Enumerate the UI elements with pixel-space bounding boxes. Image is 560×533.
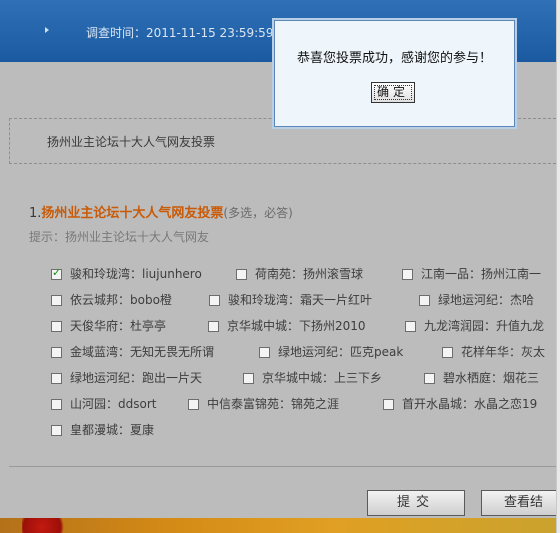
option-item[interactable]: 骏和玲珑湾：liujunhero bbox=[51, 265, 202, 281]
checkbox[interactable] bbox=[51, 295, 62, 306]
checkbox[interactable] bbox=[236, 269, 247, 280]
question-tip: 提示：扬州业主论坛十大人气网友 bbox=[29, 230, 210, 244]
survey-title: 扬州业主论坛十大人气网友投票 bbox=[47, 135, 216, 149]
option-item[interactable]: 天俊华府：杜亭亭 bbox=[51, 317, 166, 333]
option-item[interactable]: 依云城邦：bobo橙 bbox=[51, 291, 172, 307]
option-label: 绿地运河纪：杰哈 bbox=[438, 293, 535, 307]
option-item[interactable]: 花样年华：灰太 bbox=[442, 343, 545, 359]
survey-time: 调查时间：2011-11-15 23:59:59 bbox=[86, 26, 274, 40]
option-item[interactable]: 山河园：ddsort bbox=[51, 395, 156, 411]
arrow-icon bbox=[45, 27, 49, 33]
checkbox[interactable] bbox=[259, 347, 270, 358]
option-item[interactable]: 皇都漫城：夏康 bbox=[51, 421, 154, 437]
view-results-button[interactable]: 查看结 bbox=[481, 490, 560, 516]
scrollbar[interactable] bbox=[556, 0, 560, 533]
option-label: 绿地运河纪：跑出一片天 bbox=[70, 371, 203, 385]
alert-dialog: 恭喜您投票成功，感谢您的参与！ 确定 bbox=[274, 20, 515, 127]
option-item[interactable]: 京华城中城：上三下乡 bbox=[243, 369, 382, 385]
question-title: 扬州业主论坛十大人气网友投票 bbox=[41, 206, 224, 221]
option-item[interactable]: 江南一品：扬州江南一 bbox=[402, 265, 541, 281]
survey-content: 扬州业主论坛十大人气网友投票 1.扬州业主论坛十大人气网友投票(多选，必答) 提… bbox=[0, 62, 560, 518]
checkbox[interactable] bbox=[208, 321, 219, 332]
option-item[interactable]: 绿地运河纪：跑出一片天 bbox=[51, 369, 202, 385]
checkbox[interactable] bbox=[51, 321, 62, 332]
option-label: 骏和玲珑湾：liujunhero bbox=[70, 267, 202, 281]
question-hint: (多选，必答) bbox=[223, 206, 293, 220]
option-item[interactable]: 京华城中城：下扬州2010 bbox=[208, 317, 366, 333]
option-label: 中信泰富锦苑：锦苑之涯 bbox=[207, 397, 340, 411]
option-label: 金域蓝湾：无知无畏无所谓 bbox=[70, 345, 215, 359]
checkbox[interactable] bbox=[51, 347, 62, 358]
option-label: 首开水晶城：水晶之恋19 bbox=[402, 397, 538, 411]
option-item[interactable]: 碧水栖庭：烟花三 bbox=[424, 369, 539, 385]
question-heading: 1.扬州业主论坛十大人气网友投票(多选，必答) bbox=[29, 202, 293, 221]
checkbox[interactable] bbox=[383, 399, 394, 410]
option-item[interactable]: 荷南苑：扬州滚雪球 bbox=[236, 265, 363, 281]
option-label: 江南一品：扬州江南一 bbox=[421, 267, 542, 281]
checkbox[interactable] bbox=[51, 266, 62, 280]
option-label: 绿地运河纪：匹克peak bbox=[278, 345, 404, 359]
option-label: 骏和玲珑湾：霜天一片红叶 bbox=[228, 293, 373, 307]
option-item[interactable]: 绿地运河纪：匹克peak bbox=[259, 343, 403, 359]
ok-button[interactable]: 确定 bbox=[371, 82, 415, 103]
option-label: 皇都漫城：夏康 bbox=[70, 423, 155, 437]
checkbox[interactable] bbox=[51, 373, 62, 384]
checkbox[interactable] bbox=[51, 399, 62, 410]
checkbox[interactable] bbox=[442, 347, 453, 358]
option-label: 京华城中城：下扬州2010 bbox=[227, 319, 366, 333]
footer-banner bbox=[0, 518, 556, 533]
option-item[interactable]: 金域蓝湾：无知无畏无所谓 bbox=[51, 343, 214, 359]
option-label: 山河园：ddsort bbox=[70, 397, 157, 411]
checkbox[interactable] bbox=[209, 295, 220, 306]
option-label: 碧水栖庭：烟花三 bbox=[443, 371, 540, 385]
option-item[interactable]: 骏和玲珑湾：霜天一片红叶 bbox=[209, 291, 372, 307]
checkbox[interactable] bbox=[243, 373, 254, 384]
checkbox[interactable] bbox=[405, 321, 416, 332]
alert-message: 恭喜您投票成功，感谢您的参与！ bbox=[296, 51, 492, 66]
checkbox[interactable] bbox=[419, 295, 430, 306]
option-label: 花样年华：灰太 bbox=[461, 345, 546, 359]
checkbox[interactable] bbox=[188, 399, 199, 410]
option-label: 依云城邦：bobo橙 bbox=[70, 293, 172, 307]
question-number: 1. bbox=[29, 206, 42, 221]
option-item[interactable]: 中信泰富锦苑：锦苑之涯 bbox=[188, 395, 339, 411]
option-label: 天俊华府：杜亭亭 bbox=[70, 319, 167, 333]
checkbox[interactable] bbox=[51, 425, 62, 436]
option-label: 荷南苑：扬州滚雪球 bbox=[255, 267, 364, 281]
submit-button[interactable]: 提交 bbox=[367, 490, 465, 516]
divider bbox=[9, 466, 556, 467]
decorative-graphic bbox=[22, 518, 72, 533]
option-item[interactable]: 九龙湾润园：升值九龙 bbox=[405, 317, 544, 333]
option-item[interactable]: 绿地运河纪：杰哈 bbox=[419, 291, 534, 307]
checkbox[interactable] bbox=[402, 269, 413, 280]
option-label: 九龙湾润园：升值九龙 bbox=[424, 319, 545, 333]
checkbox[interactable] bbox=[424, 373, 435, 384]
option-item[interactable]: 首开水晶城：水晶之恋19 bbox=[383, 395, 537, 411]
option-label: 京华城中城：上三下乡 bbox=[262, 371, 383, 385]
